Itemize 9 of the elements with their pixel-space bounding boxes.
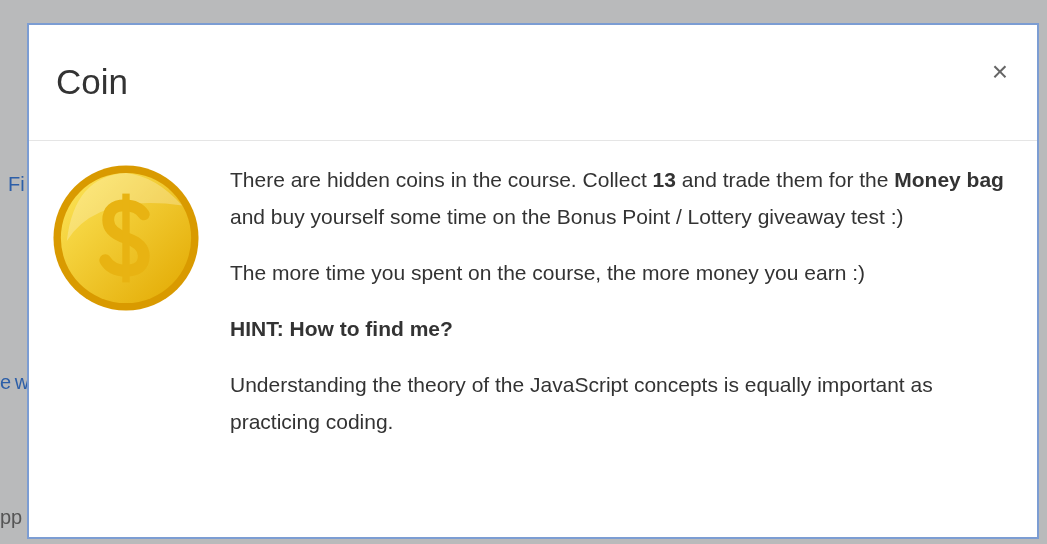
paragraph: Understanding the theory of the JavaScript concepts is equally important as practicing coding. — [230, 372, 934, 435]
coin-icon — [52, 164, 200, 312]
text-fragment: pp — [0, 505, 23, 530]
close-button[interactable]: × — [991, 57, 1008, 86]
dialog-title: Coin — [56, 61, 128, 104]
paragraph: There are hidden coins in the course. Collect 13 and trade them for the Money bag and buy yourself some time on the Bonus Point / Lottery giveaway test :) — [230, 167, 1005, 230]
hint-heading: HINT: How to find me? — [230, 316, 454, 342]
link[interactable]: Fi — [8, 170, 25, 198]
paragraph: The more time you spent on the course, the more money you earn :) — [230, 260, 866, 286]
